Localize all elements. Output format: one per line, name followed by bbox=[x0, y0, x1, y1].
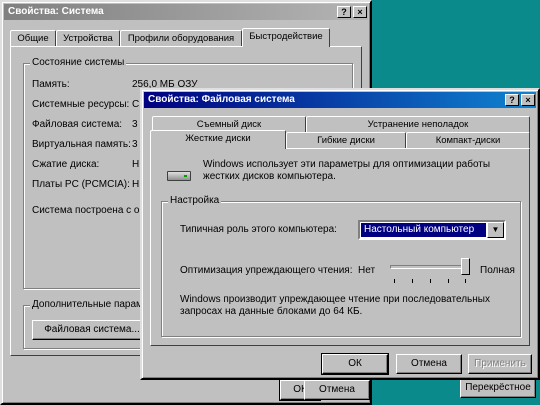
filesystem-properties-title: Свойства: Файловая система bbox=[148, 94, 295, 105]
readahead-min-label: Нет bbox=[358, 265, 376, 276]
tab-devices[interactable]: Устройства bbox=[56, 30, 120, 47]
readahead-tick bbox=[448, 279, 449, 283]
system-status-text: Система построена с оп bbox=[32, 205, 145, 216]
readahead-info: Windows производит упреждающее чтение пр… bbox=[180, 294, 490, 317]
close-icon[interactable]: × bbox=[521, 94, 535, 106]
tab-troubleshooting[interactable]: Устранение неполадок bbox=[306, 116, 530, 133]
virtual-memory-label: Виртуальная память: bbox=[32, 139, 131, 150]
readahead-slider-track bbox=[390, 265, 470, 269]
advanced-settings-group-title: Дополнительные парам bbox=[30, 299, 145, 310]
system-properties-titlebar[interactable]: Свойства: Система ? × bbox=[4, 4, 368, 20]
system-advanced-button[interactable]: Перекрёстное bbox=[460, 378, 536, 398]
computer-role-value: Настольный компьютер bbox=[361, 223, 486, 237]
hard-disks-description: Windows использует эти параметры для опт… bbox=[203, 159, 491, 182]
tab-hardware-profiles[interactable]: Профили оборудования bbox=[120, 30, 242, 47]
filesystem-properties-window: Свойства: Файловая система ? × Съемный д… bbox=[140, 88, 540, 380]
readahead-slider[interactable] bbox=[390, 258, 470, 286]
readahead-max-label: Полная bbox=[480, 265, 515, 276]
readahead-tick bbox=[430, 279, 431, 283]
readahead-slider-thumb[interactable] bbox=[461, 258, 470, 275]
system-properties-title: Свойства: Система bbox=[8, 6, 104, 17]
computer-role-label: Типичная роль этого компьютера: bbox=[180, 224, 337, 235]
filesystem-label: Файловая система: bbox=[32, 119, 123, 130]
filesystem-value: 3 bbox=[132, 119, 138, 130]
hard-disks-panel: Windows использует эти параметры для опт… bbox=[150, 148, 530, 346]
tab-performance[interactable]: Быстродействие bbox=[242, 28, 330, 47]
readahead-label: Оптимизация упреждающего чтения: bbox=[180, 265, 353, 276]
cancel-button[interactable]: Отмена bbox=[396, 354, 462, 374]
disk-compression-label: Сжатие диска: bbox=[32, 159, 100, 170]
tab-cd-rom[interactable]: Компакт-диски bbox=[406, 132, 530, 149]
help-icon[interactable]: ? bbox=[337, 6, 351, 18]
resources-label: Системные ресурсы: bbox=[32, 99, 130, 110]
chevron-down-icon[interactable]: ▼ bbox=[487, 222, 504, 238]
close-icon[interactable]: × bbox=[353, 6, 367, 18]
settings-group-title: Настройка bbox=[168, 195, 222, 206]
filesystem-properties-titlebar[interactable]: Свойства: Файловая система ? × bbox=[144, 92, 536, 108]
system-cancel-button[interactable]: Отмена bbox=[304, 380, 370, 400]
tab-general[interactable]: Общие bbox=[10, 30, 56, 47]
readahead-tick bbox=[394, 279, 395, 283]
readahead-tick bbox=[412, 279, 413, 283]
tab-hard-disks[interactable]: Жесткие диски bbox=[150, 130, 286, 149]
hard-disk-icon bbox=[167, 171, 191, 181]
resources-value: С bbox=[132, 99, 140, 110]
pcmcia-value: Н bbox=[132, 179, 140, 190]
help-icon[interactable]: ? bbox=[505, 94, 519, 106]
apply-button[interactable]: Применить bbox=[468, 354, 532, 374]
system-status-group-title: Состояние системы bbox=[30, 57, 127, 68]
settings-group: Настройка Типичная роль этого компьютера… bbox=[161, 195, 521, 337]
computer-role-select[interactable]: Настольный компьютер ▼ bbox=[358, 220, 506, 240]
memory-label: Память: bbox=[32, 79, 70, 90]
ok-button[interactable]: ОК bbox=[321, 353, 389, 375]
disk-compression-value: Н bbox=[132, 159, 140, 170]
tab-floppy-disks[interactable]: Гибкие диски bbox=[286, 132, 406, 149]
readahead-tick bbox=[465, 279, 466, 283]
virtual-memory-value: 3 bbox=[132, 139, 138, 150]
pcmcia-label: Платы PC (PCMCIA): bbox=[32, 179, 130, 190]
filesystem-button[interactable]: Файловая система... bbox=[32, 320, 152, 340]
